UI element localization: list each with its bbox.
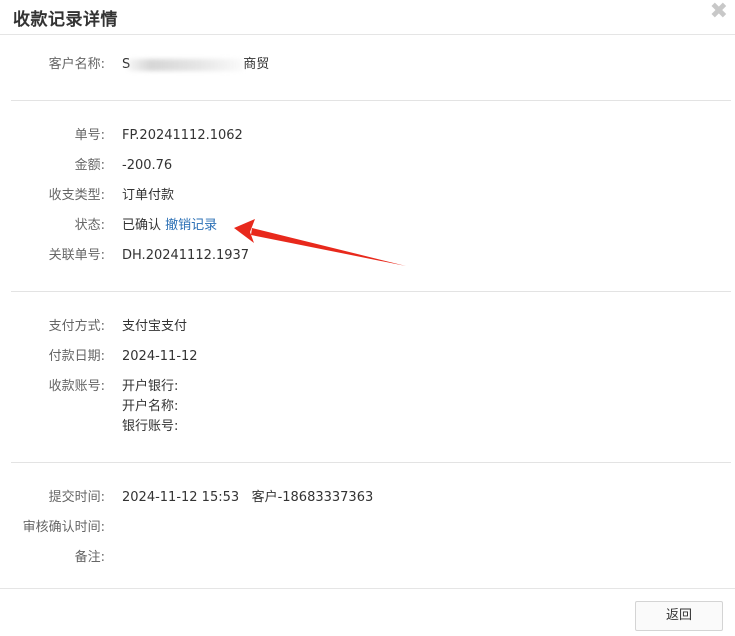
payment-method-value: 支付宝支付 xyxy=(122,319,188,334)
dialog-header: 收款记录详情 ✖ xyxy=(0,0,735,35)
submitter: 客户-18683337363 xyxy=(251,490,374,505)
type-value: 订单付款 xyxy=(122,188,175,203)
related-no-label: 关联单号: xyxy=(48,248,105,263)
customer-row: 客户名称: S 商贸 xyxy=(0,55,735,75)
type-label: 收支类型: xyxy=(48,188,105,203)
divider xyxy=(11,100,731,101)
amount-row: 金额: -200.76 xyxy=(0,156,735,176)
payment-method-label: 支付方式: xyxy=(48,319,105,334)
dialog-title: 收款记录详情 xyxy=(13,10,118,30)
order-no-value: FP.20241112.1062 xyxy=(122,128,243,143)
account-no-label: 银行账号: xyxy=(122,419,179,434)
amount-value: -200.76 xyxy=(122,158,173,173)
customer-value: S 商贸 xyxy=(122,55,269,75)
account-name-label: 开户名称: xyxy=(122,399,179,414)
divider xyxy=(11,291,731,292)
type-row: 收支类型: 订单付款 xyxy=(0,186,735,206)
note-row: 备注: xyxy=(0,548,735,568)
receiving-account-row: 收款账号: 开户银行: xyxy=(0,377,735,397)
dialog-footer: 返回 xyxy=(0,588,735,636)
status-row: 状态: 已确认 撤销记录 xyxy=(0,216,735,236)
status-label: 状态: xyxy=(74,218,105,233)
amount-label: 金额: xyxy=(74,158,105,173)
payment-date-label: 付款日期: xyxy=(48,349,105,364)
status-value: 已确认 撤销记录 xyxy=(122,216,217,236)
order-no-label: 单号: xyxy=(74,128,105,143)
audit-time-label: 审核确认时间: xyxy=(22,520,105,535)
payment-method-row: 支付方式: 支付宝支付 xyxy=(0,317,735,337)
order-no-row: 单号: FP.20241112.1062 xyxy=(0,126,735,146)
audit-time-row: 审核确认时间: xyxy=(0,518,735,538)
submit-time-row: 提交时间: 2024-11-12 15:53 客户-18683337363 xyxy=(0,488,735,508)
related-no-row: 关联单号: DH.20241112.1937 xyxy=(0,246,735,266)
related-no-value: DH.20241112.1937 xyxy=(122,248,250,263)
bank-label: 开户银行: xyxy=(122,379,179,394)
payment-record-dialog: 收款记录详情 ✖ 客户名称: S 商贸 单号: FP.20241112.1062 … xyxy=(0,0,735,636)
account-name-row: 开户名称: xyxy=(0,397,735,417)
submit-time-value: 2024-11-12 15:53 客户-18683337363 xyxy=(122,488,373,508)
back-button[interactable]: 返回 xyxy=(635,601,723,631)
customer-name-blur xyxy=(128,58,244,71)
status-text: 已确认 xyxy=(122,218,162,233)
receiving-account-label: 收款账号: xyxy=(48,379,105,394)
close-icon[interactable]: ✖ xyxy=(710,0,728,24)
note-label: 备注: xyxy=(74,550,105,565)
customer-value-suffix: 商贸 xyxy=(243,57,270,72)
payment-date-value: 2024-11-12 xyxy=(122,349,198,364)
customer-label: 客户名称: xyxy=(48,57,105,72)
payment-date-row: 付款日期: 2024-11-12 xyxy=(0,347,735,367)
revoke-record-link[interactable]: 撤销记录 xyxy=(165,218,217,233)
submit-time-label: 提交时间: xyxy=(48,490,105,505)
account-no-row: 银行账号: xyxy=(0,417,735,437)
divider xyxy=(11,462,731,463)
submit-time: 2024-11-12 15:53 xyxy=(122,490,240,505)
